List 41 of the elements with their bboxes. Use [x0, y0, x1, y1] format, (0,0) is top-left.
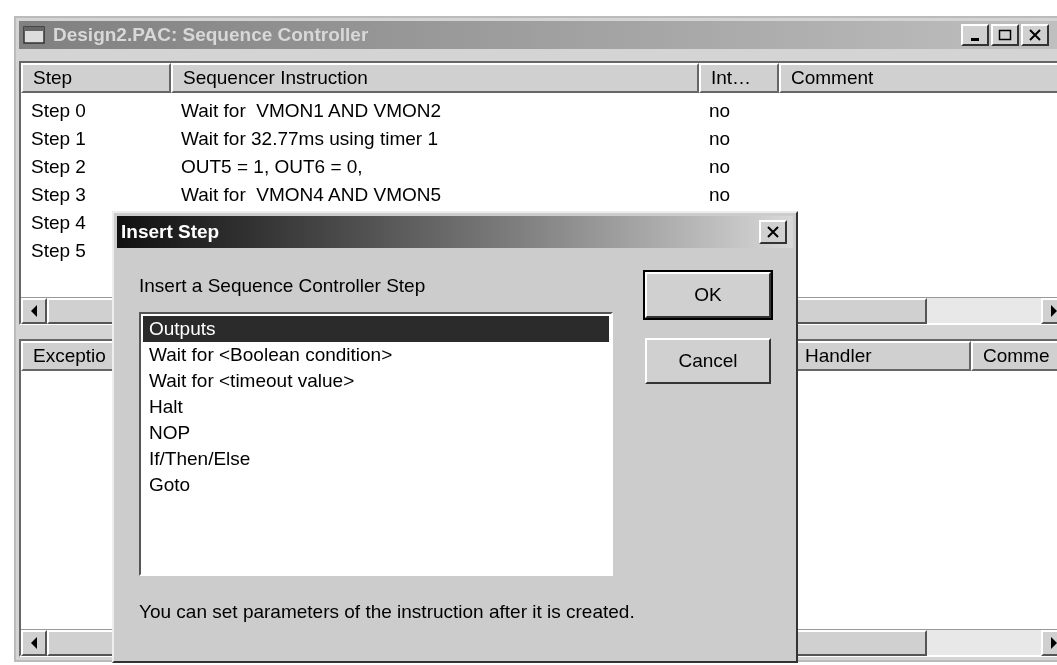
table-cell: no — [709, 127, 731, 149]
dialog-button[interactable]: OK — [645, 272, 771, 318]
minimize-button[interactable] — [961, 24, 989, 46]
close-button[interactable] — [1021, 24, 1049, 46]
table-cell: Step 1 — [31, 127, 86, 149]
table-cell: no — [709, 99, 731, 121]
column-header[interactable]: Int… — [699, 63, 779, 93]
list-item[interactable]: Outputs — [143, 316, 609, 342]
table-cell: Step 3 — [31, 183, 86, 205]
table-cell: Wait for VMON4 AND VMON5 — [181, 183, 442, 205]
dialog-title: Insert Step — [121, 219, 220, 244]
dialog-prompt: Insert a Sequence Controller Step — [139, 274, 427, 298]
table-cell: Step 2 — [31, 155, 86, 177]
table-cell: OUT5 = 1, OUT6 = 0, — [181, 155, 363, 177]
right-arrow-icon — [1050, 637, 1057, 649]
scroll-left-button[interactable] — [21, 630, 47, 656]
maximize-button[interactable] — [991, 24, 1019, 46]
close-icon — [766, 226, 780, 238]
scroll-left-button[interactable] — [21, 298, 47, 324]
table-cell: Step 5 — [31, 239, 86, 261]
table-cell: no — [709, 155, 731, 177]
close-button[interactable] — [759, 220, 787, 244]
column-header[interactable]: Comment — [779, 63, 1057, 93]
table-cell: Step 4 — [31, 211, 86, 233]
column-header[interactable]: Comme — [971, 341, 1057, 371]
table-cell: Wait for 32.77ms using timer 1 — [181, 127, 438, 149]
table-cell: Wait for VMON1 AND VMON2 — [181, 99, 442, 121]
dialog-footer-text: You can set parameters of the instruction after it is created. — [139, 600, 636, 624]
window-title: Design2.PAC: Sequence Controller — [53, 22, 369, 47]
maximize-icon — [998, 29, 1012, 41]
table-cell: Step 0 — [31, 99, 86, 121]
close-icon — [1028, 29, 1042, 41]
dialog-button[interactable]: Cancel — [645, 338, 771, 384]
right-arrow-icon — [1050, 305, 1057, 317]
column-header[interactable]: Step — [21, 63, 171, 93]
window-icon — [23, 26, 45, 44]
column-header[interactable]: Sequencer Instruction — [171, 63, 699, 93]
table-cell: no — [709, 183, 731, 205]
left-arrow-icon — [30, 305, 38, 317]
minimize-icon — [971, 38, 979, 41]
left-arrow-icon — [30, 637, 38, 649]
